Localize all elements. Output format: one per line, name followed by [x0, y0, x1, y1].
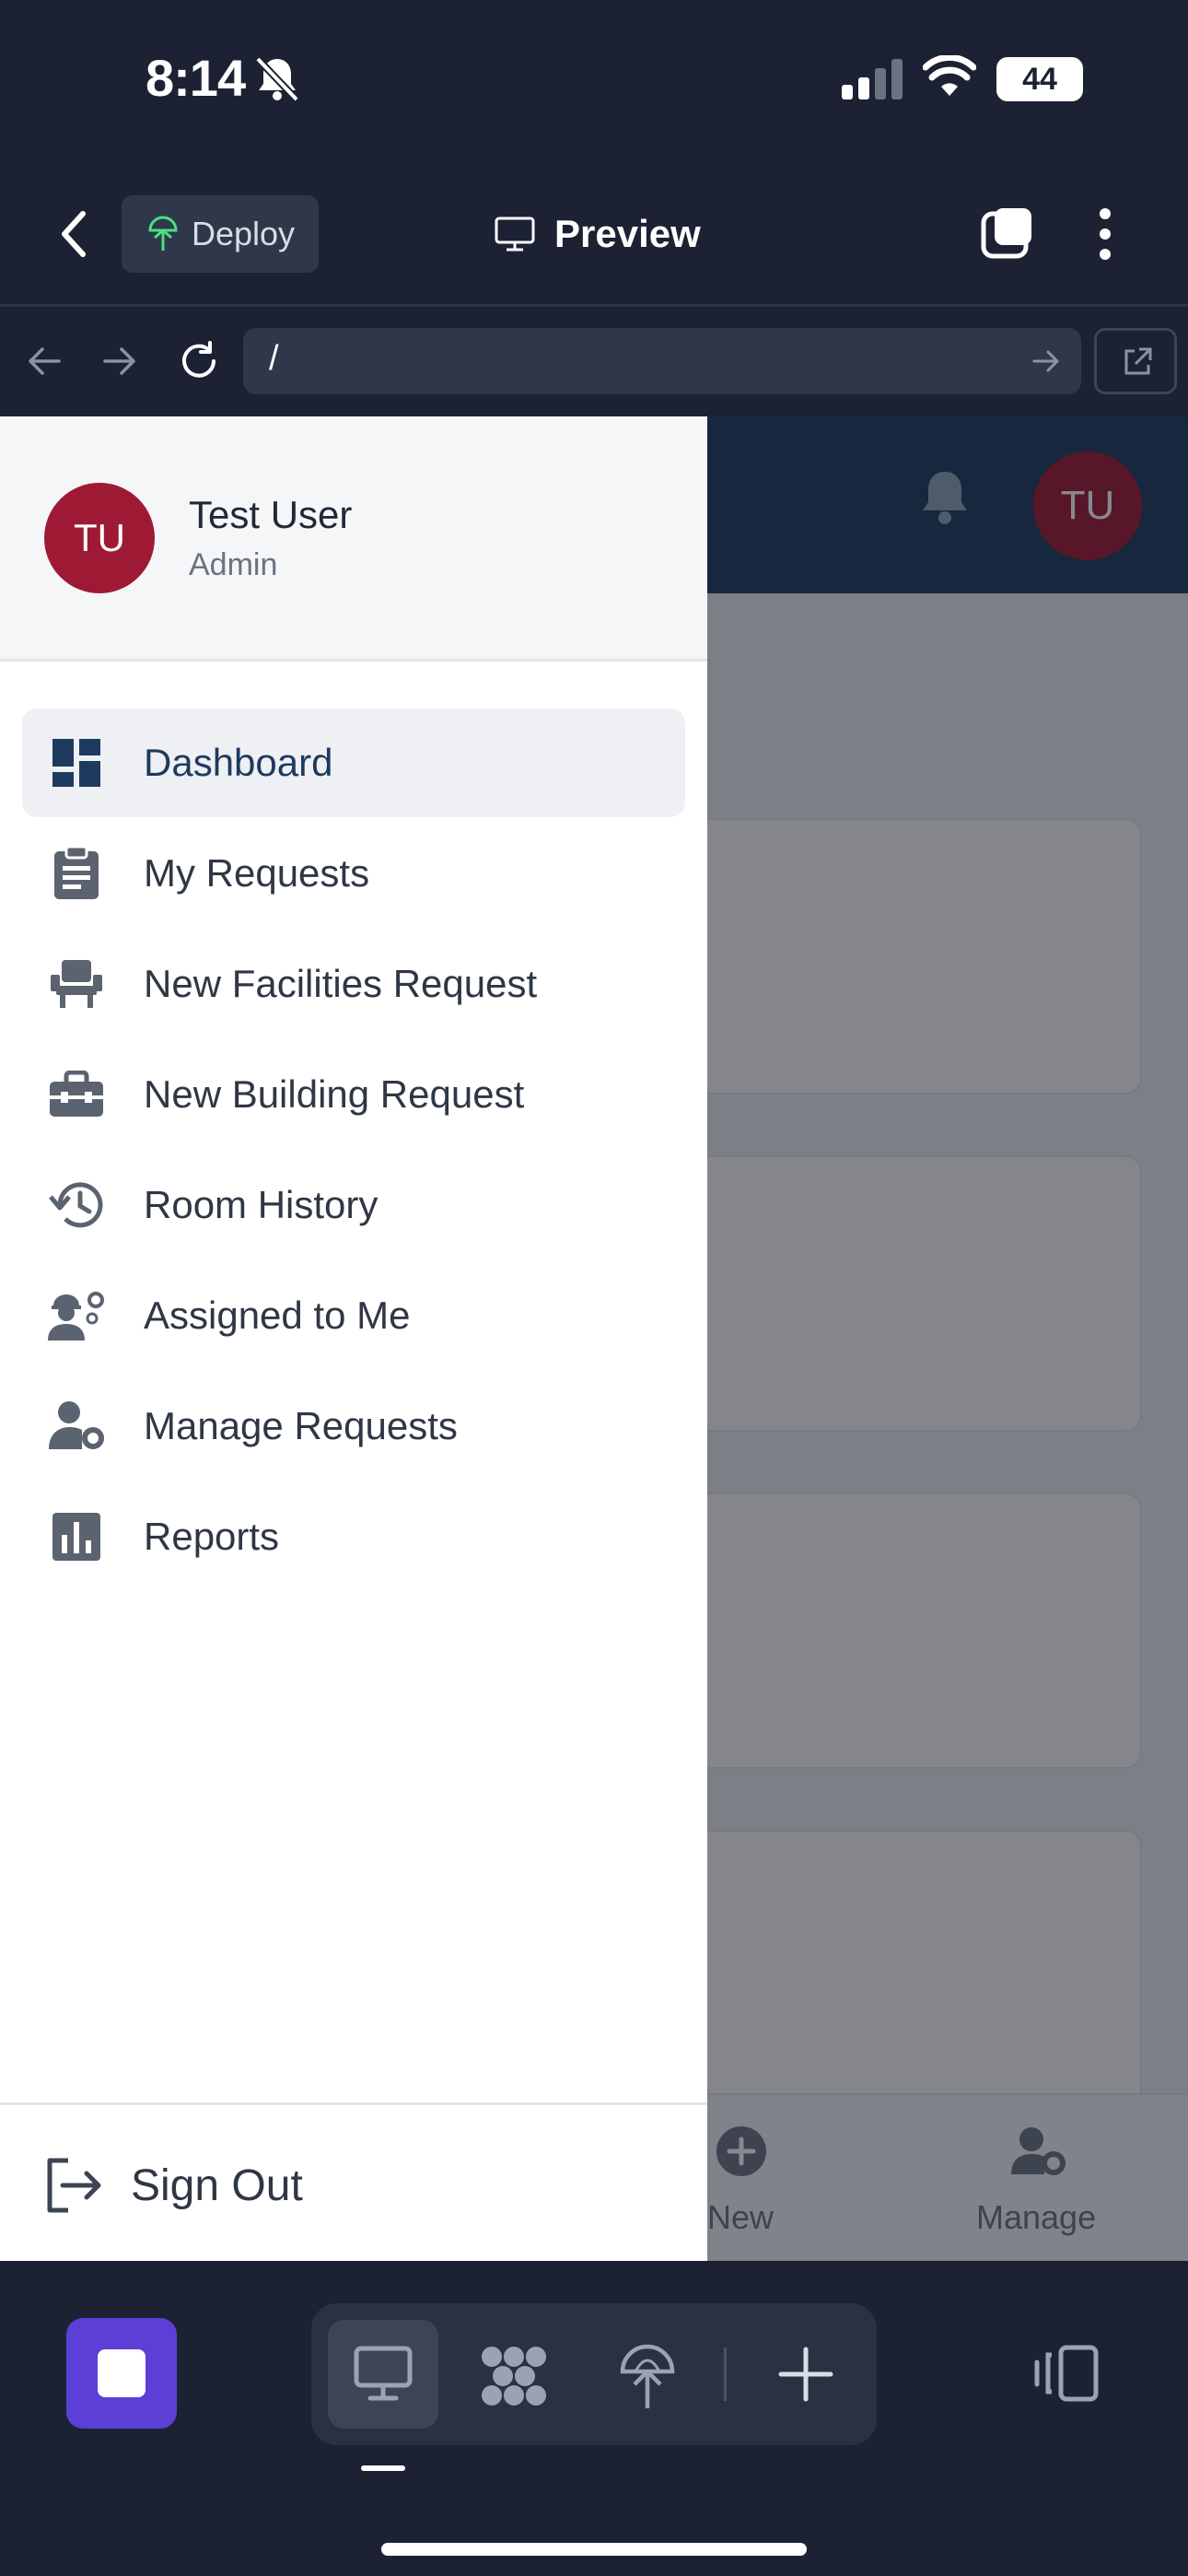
deploy-tool-icon[interactable]: [619, 2344, 676, 2410]
preview-title: Preview: [494, 208, 701, 260]
browser-forward-icon[interactable]: [101, 345, 138, 378]
signout-divider: [0, 2102, 707, 2105]
deploy-label: Deploy: [192, 215, 296, 252]
external-link-icon: [1121, 345, 1154, 379]
drawer-scrim[interactable]: [707, 416, 1188, 2261]
monitor-icon: [354, 2346, 413, 2403]
nav-label: Assigned to Me: [144, 1294, 411, 1337]
back-button[interactable]: [55, 205, 92, 263]
toolbox-icon: [44, 1062, 109, 1127]
add-tool-icon[interactable]: [777, 2346, 834, 2403]
nav-item-dashboard[interactable]: Dashboard: [22, 708, 685, 817]
stop-icon: [98, 2349, 146, 2397]
nav-item-reports[interactable]: Reports: [22, 1482, 685, 1591]
sign-out-button[interactable]: Sign Out: [44, 2149, 303, 2222]
nav-item-new-building-request[interactable]: New Building Request: [22, 1040, 685, 1149]
user-name: Test User: [189, 493, 353, 536]
user-role: Admin: [189, 547, 278, 582]
monitor-icon: [494, 216, 536, 252]
preview-tool-button[interactable]: [328, 2320, 438, 2429]
url-input[interactable]: [243, 328, 1081, 394]
deploy-button[interactable]: Deploy: [122, 195, 319, 273]
nav-label: New Building Request: [144, 1072, 525, 1116]
drawer-avatar: TU: [44, 483, 155, 593]
open-external-button[interactable]: [1094, 328, 1177, 394]
signal-icon: [842, 59, 903, 100]
user-gear-icon: [44, 1394, 109, 1458]
nav-label: My Requests: [144, 851, 370, 895]
more-menu-icon[interactable]: [1096, 206, 1114, 262]
nav-item-my-requests[interactable]: My Requests: [22, 819, 685, 928]
nav-item-room-history[interactable]: Room History: [22, 1151, 685, 1259]
battery-indicator: 44: [996, 57, 1083, 101]
worker-gear-icon: [44, 1283, 109, 1348]
nav-item-assigned-to-me[interactable]: Assigned to Me: [22, 1261, 685, 1370]
bar-chart-icon: [44, 1505, 109, 1569]
home-indicator[interactable]: [381, 2543, 807, 2556]
tool-separator: [724, 2348, 727, 2401]
deploy-icon: [147, 216, 179, 252]
dashboard-icon: [44, 731, 109, 795]
app-bar-divider: [0, 304, 1188, 307]
preview-label: Preview: [554, 212, 701, 255]
silent-bell-icon: [254, 55, 300, 103]
nav-item-manage-requests[interactable]: Manage Requests: [22, 1372, 685, 1481]
browser-back-icon[interactable]: [26, 345, 63, 378]
status-time: 8:14: [146, 49, 246, 107]
sign-out-label: Sign Out: [131, 2160, 303, 2210]
reload-icon[interactable]: [177, 339, 221, 383]
history-icon: [44, 1173, 109, 1237]
clipboard-icon: [44, 841, 109, 906]
stop-button[interactable]: [66, 2318, 177, 2429]
layout-toggle-icon[interactable]: [1033, 2344, 1100, 2403]
nav-item-new-facilities-request[interactable]: New Facilities Request: [22, 930, 685, 1038]
tabs-icon[interactable]: [980, 205, 1037, 262]
chair-icon: [44, 952, 109, 1016]
nav-label: New Facilities Request: [144, 962, 538, 1005]
sign-out-icon: [44, 2157, 103, 2214]
workspace-tool-icon[interactable]: [479, 2344, 549, 2408]
active-tool-indicator: [361, 2465, 405, 2471]
url-text: /: [269, 339, 279, 378]
nav-label: Manage Requests: [144, 1404, 458, 1447]
nav-label: Dashboard: [144, 741, 333, 784]
wifi-icon: [923, 55, 976, 98]
nav-label: Room History: [144, 1183, 379, 1226]
go-arrow-icon[interactable]: [1031, 348, 1061, 374]
nav-label: Reports: [144, 1515, 280, 1558]
